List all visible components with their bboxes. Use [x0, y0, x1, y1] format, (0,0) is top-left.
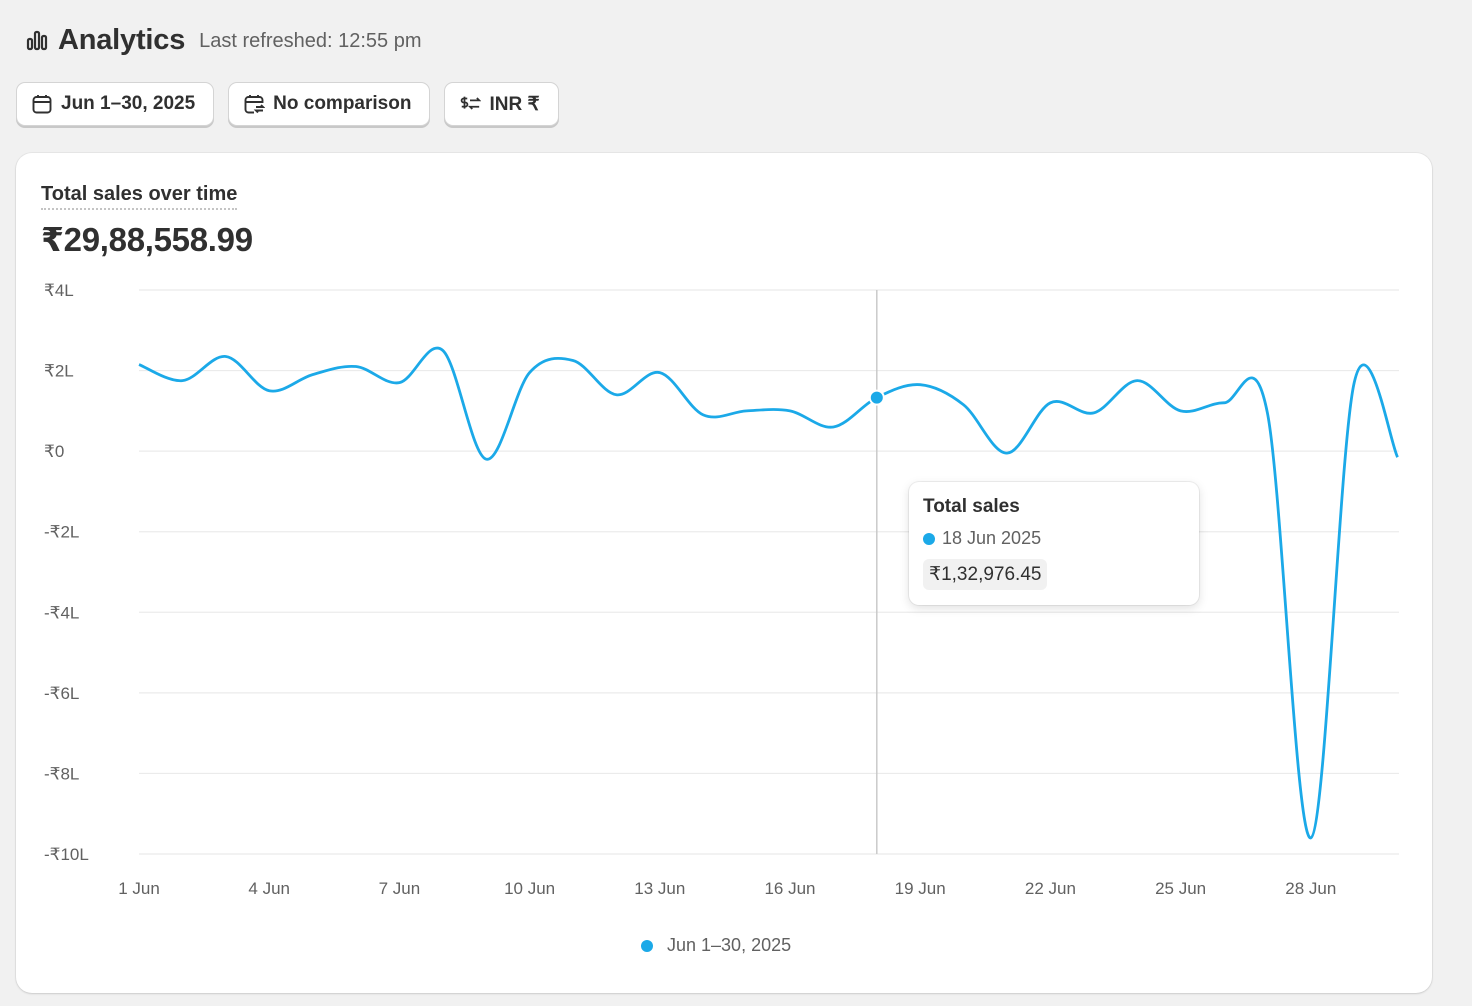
- data-point: [439, 346, 447, 354]
- y-tick-label: ₹0: [44, 442, 64, 461]
- legend-label: Jun 1–30, 2025: [667, 935, 792, 955]
- x-tick-label: 25 Jun: [1155, 879, 1206, 898]
- data-point: [829, 423, 837, 431]
- x-tick-label: 7 Jun: [379, 879, 421, 898]
- data-point: [1350, 379, 1358, 387]
- data-point: [482, 455, 490, 463]
- data-point: [743, 407, 751, 415]
- chart-tooltip: Total sales 18 Jun 2025 ₹1,32,976.45: [909, 482, 1199, 605]
- data-point: [699, 411, 707, 419]
- data-point: [135, 361, 143, 369]
- currency-label: INR ₹: [489, 93, 540, 115]
- data-point: [265, 387, 273, 395]
- highlighted-data-point: [868, 389, 885, 406]
- data-point: [178, 377, 186, 385]
- calendar-compare-icon: [243, 93, 266, 115]
- chart-legend[interactable]: Jun 1–30, 2025: [641, 935, 791, 956]
- data-point: [1003, 449, 1011, 457]
- sales-chart-card: Total sales over time ₹29,88,558.99 ₹4L ₹…: [16, 153, 1432, 993]
- currency-exchange-icon: [459, 93, 482, 115]
- date-range-label: Jun 1–30, 2025: [61, 93, 196, 114]
- legend-color-dot: [641, 939, 653, 952]
- data-point: [1307, 834, 1315, 842]
- x-tick-label: 22 Jun: [1025, 879, 1076, 898]
- line-chart[interactable]: ₹4L ₹2L ₹0 -₹2L -₹4L -₹6L -₹8L -₹10L 1 Jun 4 Jun 7…: [16, 153, 1432, 993]
- calendar-icon: [31, 93, 53, 115]
- y-tick-label: ₹2L: [44, 362, 74, 381]
- tooltip-date: 18 Jun 2025: [942, 528, 1042, 548]
- data-point: [1177, 407, 1185, 415]
- x-tick-label: 4 Jun: [248, 879, 290, 898]
- data-point: [656, 369, 664, 377]
- y-tick-label: -₹6L: [44, 684, 79, 703]
- data-point: [222, 352, 230, 360]
- comparison-button[interactable]: No comparison: [228, 82, 431, 126]
- data-point: [352, 363, 360, 371]
- data-point: [916, 381, 924, 389]
- data-point: [1394, 453, 1402, 461]
- tooltip-title: Total sales: [923, 496, 1020, 517]
- last-refreshed-text: Last refreshed: 12:55 pm: [199, 30, 422, 52]
- data-point: [309, 371, 317, 379]
- y-tick-label: -₹4L: [44, 603, 79, 622]
- date-range-button[interactable]: Jun 1–30, 2025: [16, 82, 215, 126]
- data-point: [612, 391, 620, 399]
- y-tick-label: -₹10L: [44, 845, 89, 864]
- data-point: [1090, 409, 1098, 417]
- data-point: [786, 407, 794, 415]
- x-tick-label: 1 Jun: [118, 879, 160, 898]
- x-tick-label: 16 Jun: [764, 879, 815, 898]
- filter-bar: Jun 1–30, 2025 No comparison INR ₹: [16, 82, 559, 126]
- y-tick-label: ₹4L: [44, 281, 74, 300]
- data-point: [1263, 409, 1271, 417]
- currency-button[interactable]: INR ₹: [444, 82, 559, 126]
- page-header: Analytics Last refreshed: 12:55 pm: [26, 20, 422, 60]
- data-point: [1046, 399, 1054, 407]
- data-point: [526, 369, 534, 377]
- data-point: [395, 379, 403, 387]
- series-color-dot: [923, 532, 935, 545]
- x-tick-label: 10 Jun: [504, 879, 555, 898]
- x-tick-label: 28 Jun: [1285, 879, 1336, 898]
- data-point: [1133, 377, 1141, 385]
- data-point: [1220, 399, 1228, 407]
- x-tick-label: 19 Jun: [895, 879, 946, 898]
- y-tick-label: -₹8L: [44, 764, 79, 783]
- comparison-label: No comparison: [273, 93, 412, 114]
- sales-series-line: [138, 346, 1399, 840]
- tooltip-value: ₹1,32,976.45: [923, 559, 1048, 590]
- data-point: [569, 357, 577, 365]
- page-title: Analytics: [58, 23, 186, 56]
- x-tick-label: 13 Jun: [634, 879, 685, 898]
- data-point: [960, 401, 968, 409]
- y-tick-label: -₹2L: [44, 523, 79, 542]
- tooltip-date-row: 18 Jun 2025: [923, 528, 1185, 549]
- bar-chart-icon: [26, 29, 48, 51]
